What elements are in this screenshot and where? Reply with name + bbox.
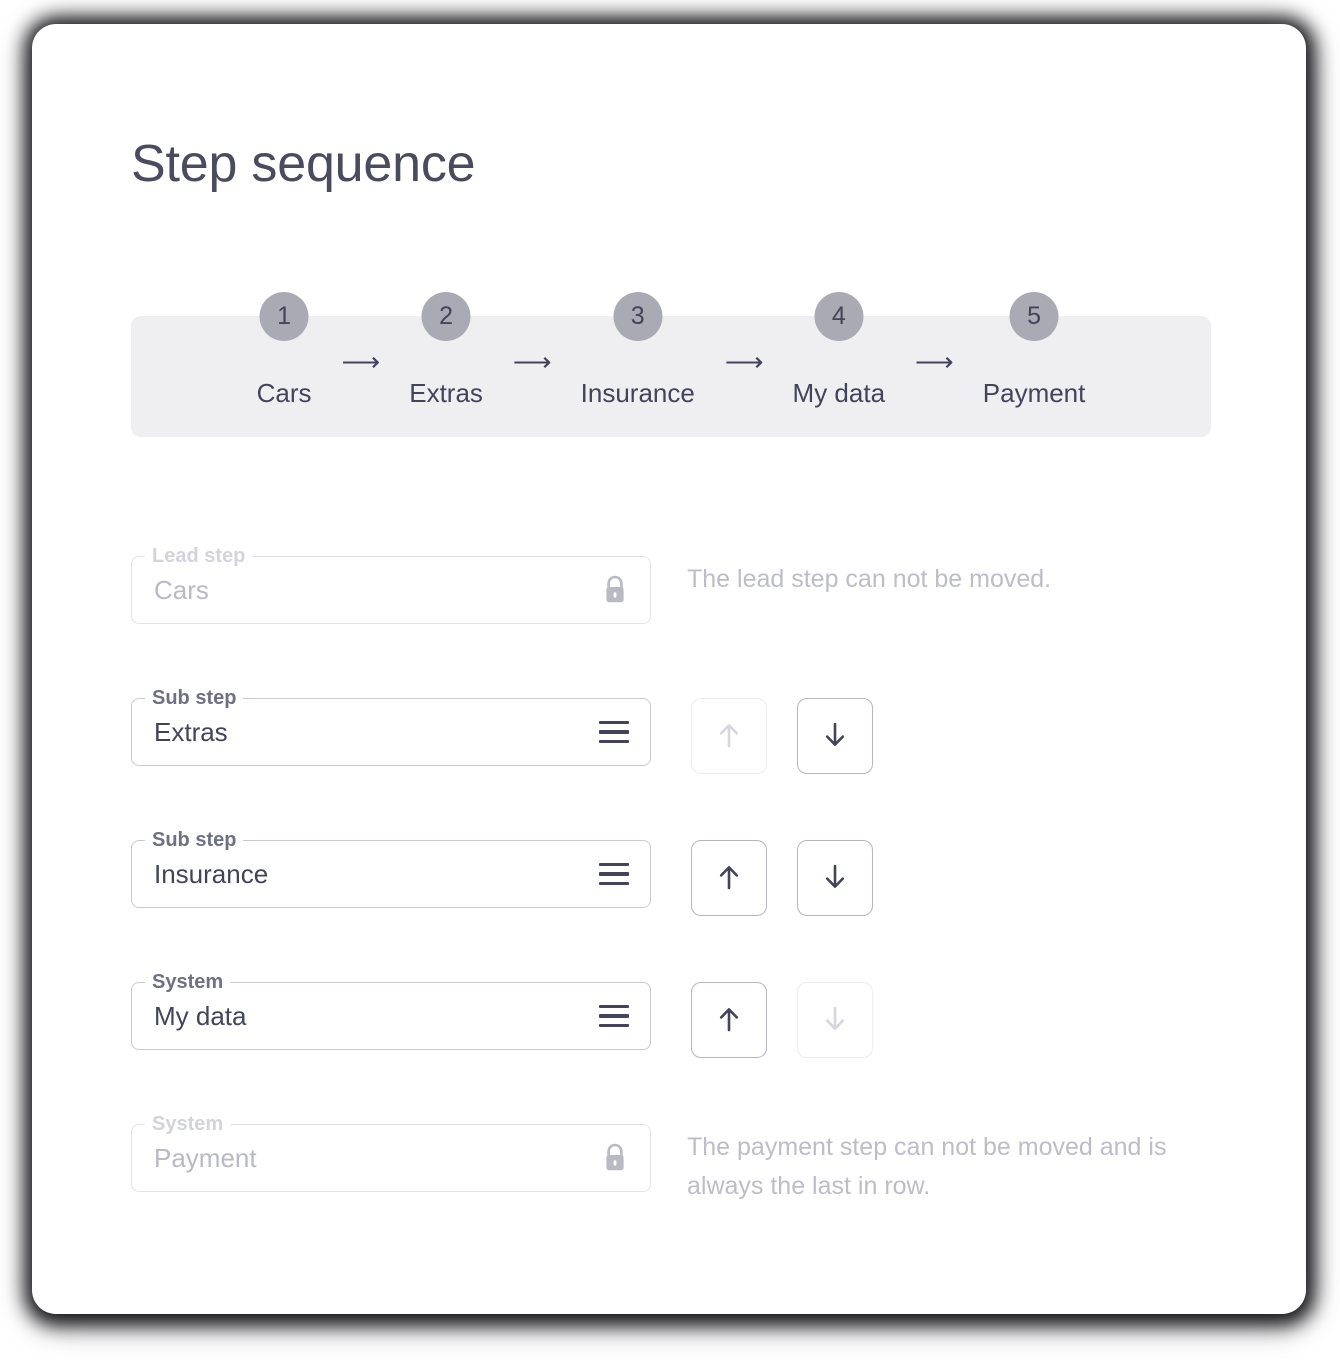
step-insurance[interactable]: 3 Insurance [553, 292, 723, 437]
arrow-up-icon [719, 1008, 739, 1032]
step-label: Payment [982, 378, 1086, 408]
step-cars[interactable]: 1 Cars [229, 292, 340, 437]
page-title: Step sequence [131, 135, 476, 193]
step-arrow-icon: ⟶ [915, 347, 954, 377]
step-field-insurance[interactable]: Sub step Insurance [131, 827, 651, 908]
step-number-badge: 1 [259, 292, 309, 341]
step-number-badge: 3 [613, 292, 663, 341]
step-my-data[interactable]: 4 My data [765, 292, 914, 437]
step-row-insurance: Sub step Insurance [131, 816, 1221, 958]
step-payment[interactable]: 5 Payment [955, 292, 1114, 437]
move-button-group [691, 840, 873, 916]
step-number-badge: 4 [814, 292, 864, 341]
step-label: My data [792, 378, 886, 408]
step-row-extras: Sub step Extras [131, 674, 1221, 816]
step-sequence-row: 1 Cars ⟶ 2 Extras ⟶ 3 Insurance ⟶ 4 My data ⟶ 5 Payme… [131, 292, 1211, 437]
field-value: Cars [154, 574, 209, 605]
drag-handle-icon[interactable] [599, 698, 629, 766]
step-field-payment: System Payment [131, 1111, 651, 1192]
field-value: Insurance [154, 858, 269, 889]
lock-icon [601, 556, 629, 624]
step-field-cars: Lead step Cars [131, 543, 651, 624]
field-value: My data [154, 1000, 247, 1031]
field-value: Payment [154, 1142, 257, 1173]
step-label: Extras [409, 378, 483, 408]
step-sequence-bar: 1 Cars ⟶ 2 Extras ⟶ 3 Insurance ⟶ 4 My data ⟶ 5 Payme… [131, 292, 1211, 437]
move-up-button[interactable] [691, 982, 767, 1058]
step-label: Cars [256, 378, 312, 408]
field-value: Extras [154, 716, 228, 747]
step-number-badge: 5 [1009, 292, 1059, 341]
step-label: Insurance [580, 378, 695, 408]
step-arrow-icon: ⟶ [724, 347, 764, 377]
arrow-down-icon [825, 1006, 845, 1030]
step-arrow-icon: ⟶ [512, 347, 552, 377]
arrow-up-icon [719, 724, 739, 748]
move-down-button[interactable] [797, 698, 873, 774]
arrow-down-icon [825, 864, 845, 888]
move-button-group [691, 982, 873, 1058]
lock-icon [601, 1124, 629, 1192]
step-arrow-icon: ⟶ [341, 347, 381, 377]
arrow-up-icon [719, 866, 739, 890]
move-up-button[interactable] [691, 840, 767, 916]
step-row-payment: System Payment The payment step can not be… [131, 1100, 1221, 1242]
step-number-badge: 2 [421, 292, 471, 341]
step-extras[interactable]: 2 Extras [381, 292, 511, 437]
step-field-extras[interactable]: Sub step Extras [131, 685, 651, 766]
drag-handle-icon[interactable] [599, 982, 629, 1050]
move-up-button [691, 698, 767, 774]
drag-handle-icon[interactable] [599, 840, 629, 908]
arrow-down-icon [825, 722, 845, 746]
step-row-my-data: System My data [131, 958, 1221, 1100]
step-field-my-data[interactable]: System My data [131, 969, 651, 1050]
window-card: Step sequence 1 Cars ⟶ 2 Extras ⟶ 3 Insurance ⟶ 4… [32, 24, 1306, 1314]
helper-text: The lead step can not be moved. [687, 565, 1052, 593]
step-list: Lead step Cars The lead step can not be mo… [131, 532, 1221, 1242]
move-down-button[interactable] [797, 840, 873, 916]
move-button-group [691, 698, 873, 774]
move-down-button [797, 982, 873, 1058]
helper-text: The payment step can not be moved and is… [687, 1133, 1167, 1200]
step-row-cars: Lead step Cars The lead step can not be mo… [131, 532, 1221, 674]
app-root: Step sequence 1 Cars ⟶ 2 Extras ⟶ 3 Insurance ⟶ 4… [0, 0, 1340, 1360]
